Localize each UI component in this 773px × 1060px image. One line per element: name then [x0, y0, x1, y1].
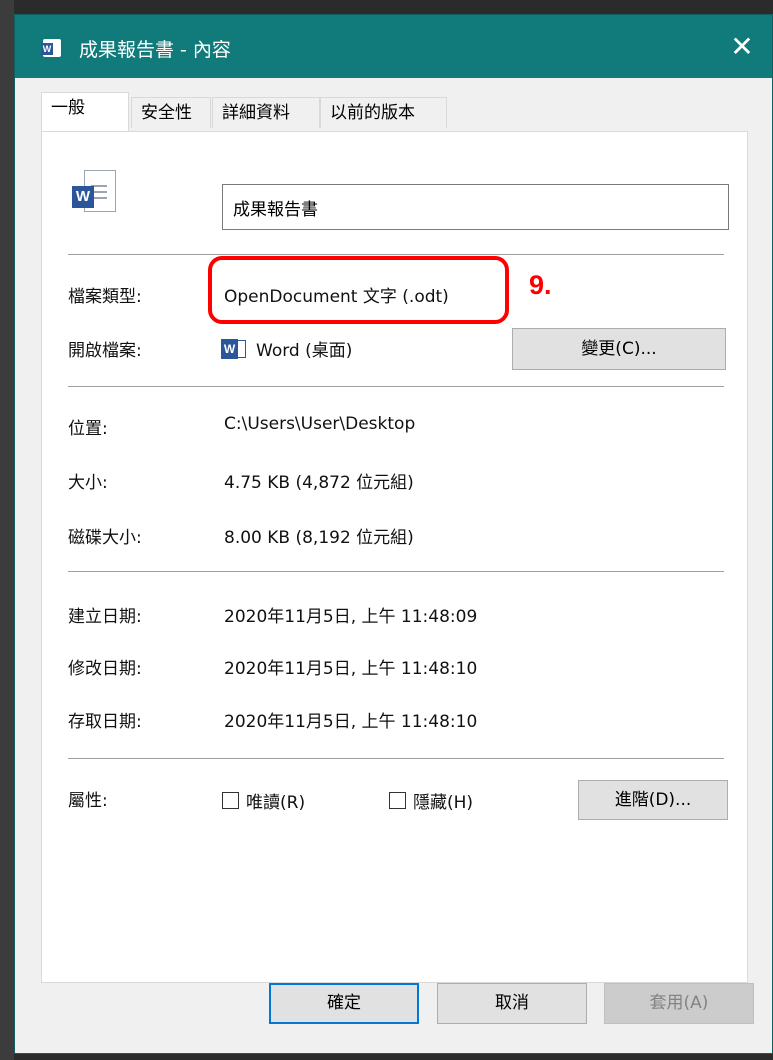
created-label: 建立日期:: [68, 607, 142, 627]
close-button[interactable]: ✕: [712, 15, 772, 78]
window-title: 成果報告書 - 內容: [79, 39, 231, 61]
tab-previous-versions[interactable]: 以前的版本: [320, 97, 447, 128]
disk-size-label: 磁碟大小:: [68, 528, 142, 548]
separator: [68, 571, 724, 572]
size-value: 4.75 KB (4,872 位元組): [224, 473, 414, 493]
modified-value: 2020年11月5日, 上午 11:48:10: [224, 659, 478, 679]
separator: [68, 254, 724, 255]
opens-with-value: Word (桌面): [256, 341, 353, 361]
apply-button[interactable]: 套用(A): [604, 983, 754, 1024]
disk-size-value: 8.00 KB (8,192 位元組): [224, 528, 414, 548]
accessed-label: 存取日期:: [68, 712, 142, 732]
annotation-step-number: 9.: [529, 270, 552, 300]
annotation-highlight-box: [208, 256, 509, 324]
cancel-button[interactable]: 取消: [437, 983, 587, 1024]
tab-security[interactable]: 安全性: [131, 97, 211, 128]
tab-details[interactable]: 詳細資料: [212, 97, 320, 128]
opens-with-label: 開啟檔案:: [68, 341, 142, 361]
checkbox-box[interactable]: [389, 792, 406, 809]
file-type-label: 檔案類型:: [68, 287, 142, 307]
hidden-checkbox-label: 隱藏(H): [413, 793, 474, 813]
checkbox-box[interactable]: [222, 792, 239, 809]
attributes-label: 屬性:: [68, 791, 108, 811]
readonly-checkbox-label: 唯讀(R): [246, 793, 306, 813]
size-label: 大小:: [68, 473, 108, 493]
word-document-icon: W: [72, 170, 116, 218]
created-value: 2020年11月5日, 上午 11:48:09: [224, 607, 478, 627]
tab-general[interactable]: 一般: [41, 92, 129, 131]
advanced-button[interactable]: 進階(D)...: [578, 780, 728, 820]
accessed-value: 2020年11月5日, 上午 11:48:10: [224, 712, 478, 732]
change-button[interactable]: 變更(C)...: [512, 328, 726, 370]
location-value: C:\Users\User\Desktop: [224, 414, 416, 434]
separator: [68, 386, 724, 387]
word-document-icon: W: [41, 39, 61, 57]
file-name-input[interactable]: [222, 184, 729, 230]
location-label: 位置:: [68, 419, 108, 439]
modified-label: 修改日期:: [68, 659, 142, 679]
properties-dialog: W 成果報告書 - 內容 ✕ 一般 安全性 詳細資料 以前的版本 W 檔案類型:…: [14, 14, 773, 1054]
word-app-icon: W: [221, 336, 247, 362]
ok-button[interactable]: 確定: [269, 983, 419, 1024]
title-bar[interactable]: W 成果報告書 - 內容 ✕: [15, 15, 772, 78]
separator: [68, 758, 724, 759]
desktop-backdrop: [0, 0, 14, 1060]
general-panel: W 檔案類型: OpenDocument 文字 (.odt) 9. 開啟檔案: …: [41, 131, 748, 983]
